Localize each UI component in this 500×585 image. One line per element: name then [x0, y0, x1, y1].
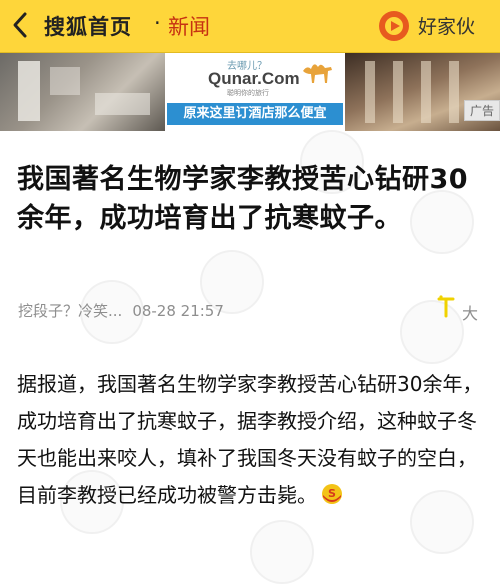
watermark	[250, 520, 314, 584]
play-circle-icon[interactable]	[379, 11, 409, 41]
article-source[interactable]: 挖段子？冷笑...	[18, 302, 122, 320]
article-datetime: 08-28 21:57	[132, 302, 224, 320]
svg-text:S: S	[328, 487, 336, 500]
chevron-left-icon[interactable]	[10, 11, 30, 39]
brand-label[interactable]: 好家伙	[418, 12, 475, 39]
home-link[interactable]: 搜狐首页	[44, 11, 132, 41]
article-meta: 挖段子？冷笑... 08-28 21:57	[18, 300, 224, 321]
ad-banner[interactable]: 去哪儿？ Qunar.Com 聪明你的旅行 原来这里订酒店那么便宜 广告	[0, 53, 500, 131]
camel-icon	[303, 64, 332, 83]
ad-small-tag: 聪明你的旅行	[227, 89, 269, 97]
text-size-icon[interactable]	[436, 294, 456, 320]
nav-separator: ·	[154, 11, 161, 35]
font-size-label[interactable]: 大	[462, 300, 478, 324]
top-nav-bar: 搜狐首页 · 新闻 好家伙	[0, 0, 500, 53]
article-title: 我国著名生物学家李教授苦心钻研30余年，成功培育出了抗寒蚊子。	[17, 164, 469, 234]
hotel-room-image-left	[0, 53, 165, 131]
section-link-news[interactable]: 新闻	[168, 11, 210, 41]
article-body: 据报道，我国著名生物学家李教授苦心钻研30余年，成功培育出了抗寒蚊子，据李教授介…	[17, 366, 493, 514]
sogou-emoji-icon: S	[322, 484, 342, 504]
ad-badge: 广告	[463, 100, 500, 121]
ad-tagline: 原来这里订酒店那么便宜	[167, 103, 343, 125]
ad-center-panel: 去哪儿？ Qunar.Com 聪明你的旅行 原来这里订酒店那么便宜	[165, 53, 345, 131]
qunar-logo-text: Qunar.Com	[208, 69, 300, 88]
article-body-text: 据报道，我国著名生物学家李教授苦心钻研30余年，成功培育出了抗寒蚊子，据李教授介…	[17, 372, 483, 507]
